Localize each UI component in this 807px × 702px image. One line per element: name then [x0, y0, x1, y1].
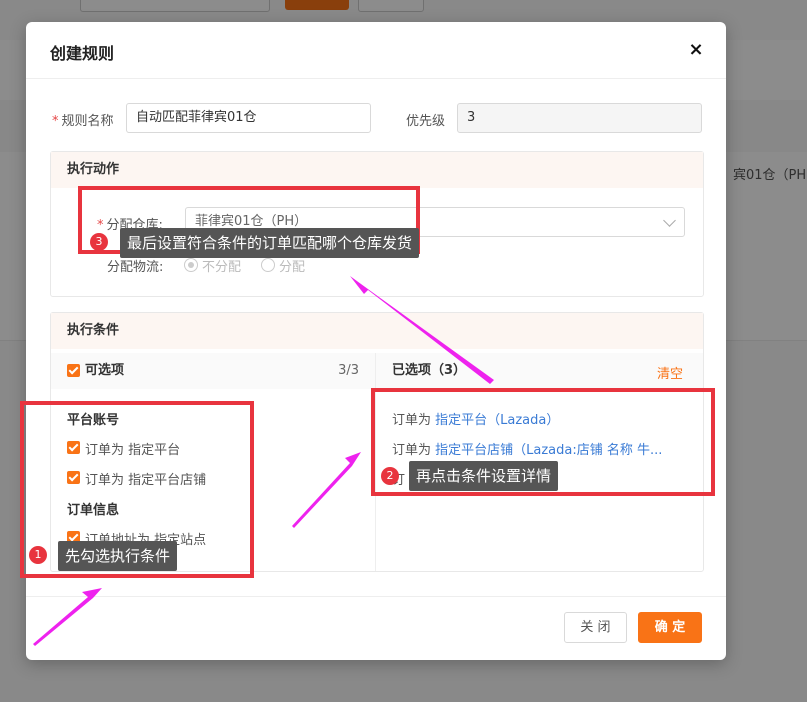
rule-name-input[interactable]: 自动匹配菲律宾01仓: [126, 103, 371, 133]
required-asterisk: *: [52, 114, 59, 129]
selected-header-label: 已选项（3）: [392, 363, 467, 378]
annotation-tip-1: 先勾选执行条件: [58, 541, 178, 571]
chevron-down-icon: [663, 214, 676, 227]
priority-label: 优先级: [406, 114, 446, 129]
annotation-badge-2: 2: [381, 467, 399, 485]
available-header-label: 可选项: [85, 363, 125, 378]
annotation-badge-3: 3: [90, 233, 108, 251]
available-header: 可选项 3/3: [51, 353, 375, 389]
close-icon[interactable]: ×: [686, 40, 706, 60]
header-divider: [26, 78, 726, 79]
annotation-tip-3: 最后设置符合条件的订单匹配哪个仓库发货: [120, 228, 420, 258]
logistics-label: 分配物流:: [107, 260, 164, 275]
priority-input[interactable]: 3: [457, 103, 702, 133]
available-count: 3/3: [338, 363, 359, 378]
logistics-radio-none[interactable]: [184, 258, 198, 272]
close-button[interactable]: 关 闭: [564, 612, 627, 643]
action-section-title: 执行动作: [51, 152, 703, 188]
logistics-option-assign: 分配: [279, 260, 306, 275]
selected-header: 已选项（3）: [376, 353, 703, 389]
logistics-option-none: 不分配: [202, 260, 242, 275]
confirm-button[interactable]: 确 定: [638, 612, 702, 643]
modal-title: 创建规则: [50, 44, 115, 63]
annotation-badge-1: 1: [29, 546, 47, 564]
clear-button[interactable]: 清空: [657, 363, 683, 382]
rule-name-label: * 规则名称: [52, 114, 114, 129]
footer-divider: [26, 596, 726, 597]
annotation-tip-2: 再点击条件设置详情: [409, 461, 559, 491]
logistics-radio-assign[interactable]: [261, 258, 275, 272]
condition-section-title: 执行条件: [51, 313, 703, 349]
select-all-checkbox[interactable]: [67, 364, 80, 377]
